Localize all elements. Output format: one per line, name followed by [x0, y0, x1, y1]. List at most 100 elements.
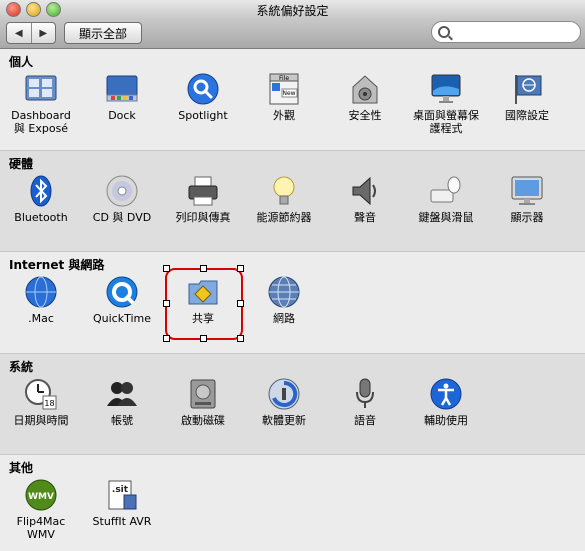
selection-handle[interactable]	[163, 335, 170, 342]
toolbar: ◀ ▶ 顯示全部	[0, 18, 585, 49]
pref-label: Dashboard 與 Exposé	[11, 109, 71, 135]
display-icon	[511, 175, 543, 207]
speech-icon	[349, 378, 381, 410]
pref-dock[interactable]: Dock	[85, 73, 159, 122]
pref-dotmac[interactable]: .Mac	[4, 276, 78, 325]
back-forward-control: ◀ ▶	[6, 22, 56, 44]
forward-button[interactable]: ▶	[32, 23, 56, 43]
dock-icon	[106, 73, 138, 105]
appearance-icon: File New	[268, 73, 300, 105]
universal-access-icon	[430, 378, 462, 410]
pref-software-update[interactable]: 軟體更新	[247, 378, 321, 427]
pref-keyboard-mouse[interactable]: 鍵盤與滑鼠	[409, 175, 483, 224]
stuffit-icon: .sit	[106, 479, 138, 511]
pref-label: 國際設定	[505, 109, 549, 122]
pref-label: 列印與傳真	[175, 211, 231, 224]
bluetooth-icon	[25, 175, 57, 207]
international-icon	[511, 73, 543, 105]
pref-label: 能源節約器	[256, 211, 312, 224]
pref-label: .Mac	[28, 312, 54, 325]
pref-label: Spotlight	[178, 109, 228, 122]
svg-text:WMV: WMV	[28, 492, 54, 502]
pref-stuffit-avr[interactable]: .sit StuffIt AVR	[85, 479, 159, 528]
pref-quicktime[interactable]: QuickTime	[85, 276, 159, 325]
back-button[interactable]: ◀	[7, 23, 32, 43]
security-icon	[349, 73, 381, 105]
dashboard-expose-icon	[25, 73, 57, 105]
pref-print-fax[interactable]: 列印與傳真	[166, 175, 240, 224]
startup-disk-icon	[187, 378, 219, 410]
pref-label: 顯示器	[510, 211, 544, 224]
pref-cd-dvd[interactable]: CD 與 DVD	[85, 175, 159, 224]
show-all-button[interactable]: 顯示全部	[64, 22, 142, 44]
section-hardware: 硬體 Bluetooth CD 與 DVD 列印與傳真 能源節約器 聲音 鍵盤與…	[0, 151, 585, 252]
section-title: 系統	[9, 360, 34, 374]
pref-network[interactable]: 網路	[247, 276, 321, 325]
pref-startup-disk[interactable]: 啟動磁碟	[166, 378, 240, 427]
selection-handle[interactable]	[237, 335, 244, 342]
pref-flip4mac[interactable]: WMV Flip4Mac WMV	[4, 479, 78, 541]
pref-universal-access[interactable]: 輔助使用	[409, 378, 483, 427]
section-internet-network: Internet 與網路 .Mac QuickTime 共享 網路	[0, 252, 585, 354]
pref-label: 帳號	[111, 414, 133, 427]
pref-label: Flip4Mac WMV	[16, 515, 66, 541]
section-system: 系統 18 日期與時間 帳號 啟動磁碟 軟體更新 語音 輔助使用	[0, 354, 585, 455]
section-title: Internet 與網路	[9, 258, 105, 272]
pref-label: 啟動磁碟	[181, 414, 225, 427]
pref-bluetooth[interactable]: Bluetooth	[4, 175, 78, 224]
pref-sound[interactable]: 聲音	[328, 175, 402, 224]
pref-label: 網路	[273, 312, 295, 325]
selection-handle[interactable]	[163, 300, 170, 307]
search-input[interactable]	[454, 24, 576, 40]
pref-label: CD 與 DVD	[92, 211, 152, 224]
svg-text:New: New	[282, 90, 295, 97]
pref-spotlight[interactable]: Spotlight	[166, 73, 240, 122]
svg-text:File: File	[279, 75, 289, 82]
quicktime-icon	[106, 276, 138, 308]
pref-dashboard-expose[interactable]: Dashboard 與 Exposé	[4, 73, 78, 135]
pref-label: 聲音	[354, 211, 376, 224]
svg-text:.sit: .sit	[112, 485, 129, 495]
selection-handle[interactable]	[163, 265, 170, 272]
sharing-selection-highlight	[165, 268, 243, 340]
flip4mac-icon: WMV	[25, 479, 57, 511]
pref-displays[interactable]: 顯示器	[490, 175, 564, 224]
selection-handle[interactable]	[237, 265, 244, 272]
section-title: 個人	[9, 55, 34, 69]
search-field[interactable]	[431, 21, 581, 43]
cd-dvd-icon	[106, 175, 138, 207]
search-icon	[438, 26, 450, 38]
software-update-icon	[268, 378, 300, 410]
pref-security[interactable]: 安全性	[328, 73, 402, 122]
desktop-screensaver-icon	[430, 73, 462, 105]
pref-label: QuickTime	[92, 312, 152, 325]
spotlight-icon	[187, 73, 219, 105]
pref-date-time[interactable]: 18 日期與時間	[4, 378, 78, 427]
pref-label: 安全性	[348, 109, 382, 122]
pref-label: 日期與時間	[13, 414, 69, 427]
section-title: 硬體	[9, 157, 34, 171]
pref-label: StuffIt AVR	[92, 515, 152, 528]
pref-energy-saver[interactable]: 能源節約器	[247, 175, 321, 224]
pref-label: 軟體更新	[262, 414, 306, 427]
title-bar: 系統偏好設定	[0, 0, 585, 18]
pref-speech[interactable]: 語音	[328, 378, 402, 427]
selection-handle[interactable]	[200, 335, 207, 342]
section-other: 其他 WMV Flip4Mac WMV .sit StuffIt AVR	[0, 455, 585, 551]
energy-saver-icon	[268, 175, 300, 207]
window-title: 系統偏好設定	[256, 4, 329, 18]
pref-accounts[interactable]: 帳號	[85, 378, 159, 427]
printer-icon	[187, 175, 219, 207]
pref-appearance[interactable]: File New 外觀	[247, 73, 321, 122]
pref-label: 桌面與螢幕保護程式	[413, 109, 479, 135]
pref-label: 鍵盤與滑鼠	[418, 211, 474, 224]
selection-handle[interactable]	[200, 265, 207, 272]
network-icon	[268, 276, 300, 308]
pref-international[interactable]: 國際設定	[490, 73, 564, 122]
pref-label: 輔助使用	[424, 414, 468, 427]
pref-desktop-screensaver[interactable]: 桌面與螢幕保護程式	[409, 73, 483, 135]
pref-label: 外觀	[273, 109, 295, 122]
keyboard-mouse-icon	[430, 175, 462, 207]
accounts-icon	[106, 378, 138, 410]
selection-handle[interactable]	[237, 300, 244, 307]
